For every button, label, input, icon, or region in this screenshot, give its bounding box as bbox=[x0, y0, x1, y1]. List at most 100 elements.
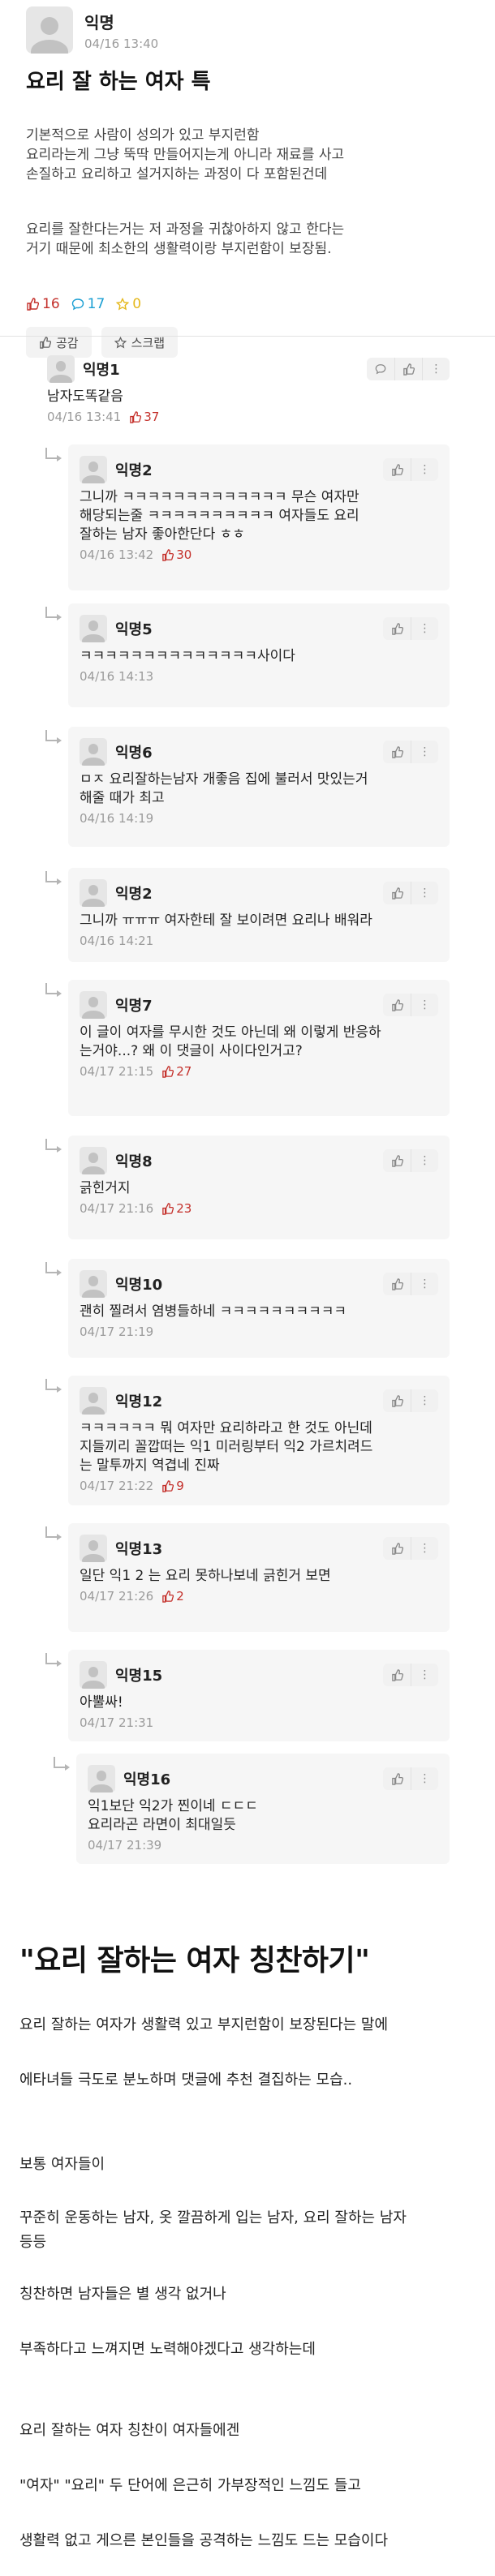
star-icon bbox=[114, 336, 127, 348]
comment-header: 익명15 ⋮ bbox=[80, 1661, 438, 1689]
avatar bbox=[80, 1661, 107, 1689]
comment-like-value: 27 bbox=[176, 1064, 192, 1079]
more-vertical-icon[interactable]: ⋮ bbox=[411, 1149, 438, 1172]
comment-meta: 04/17 21:39 bbox=[88, 1838, 438, 1853]
comment-like-button[interactable] bbox=[383, 741, 411, 763]
more-vertical-icon[interactable]: ⋮ bbox=[411, 994, 438, 1016]
comment-actions: ⋮ bbox=[383, 994, 438, 1016]
comment-meta: 04/16 13:41 37 bbox=[47, 410, 450, 424]
article-line: 부족하다고 느껴지면 노력해야겠다고 생각하는데 bbox=[19, 2341, 316, 2358]
comment-like-button[interactable] bbox=[383, 994, 411, 1016]
more-vertical-icon[interactable]: ⋮ bbox=[411, 1767, 438, 1790]
post-author-row: 익명 04/16 13:40 bbox=[26, 0, 469, 55]
thumbs-up-icon bbox=[130, 410, 142, 423]
avatar bbox=[47, 355, 75, 383]
comment-header: 익명12 ⋮ bbox=[80, 1387, 438, 1415]
thumbs-up-icon bbox=[391, 1668, 403, 1681]
comment-actions: ⋮ bbox=[383, 882, 438, 904]
avatar bbox=[80, 991, 107, 1019]
comment-like-value: 37 bbox=[144, 410, 160, 424]
comment-actions: ⋮ bbox=[367, 358, 450, 380]
comment-author: 익명2 bbox=[80, 879, 153, 907]
thumbs-up-icon bbox=[391, 998, 403, 1011]
thumbs-up-icon bbox=[162, 1479, 174, 1492]
more-vertical-icon[interactable]: ⋮ bbox=[411, 617, 438, 640]
thumbs-up-icon bbox=[391, 622, 403, 635]
reply-comment: 익명6 ⋮ ㅁㅈ 요리잘하는남자 개좋음 집에 불러서 맛있는거 해줄 때가 최고 0… bbox=[45, 727, 450, 847]
more-vertical-icon[interactable]: ⋮ bbox=[411, 1273, 438, 1295]
thumbs-up-icon bbox=[391, 463, 403, 476]
comment-author-name: 익명12 bbox=[115, 1393, 163, 1410]
more-vertical-icon[interactable]: ⋮ bbox=[411, 458, 438, 481]
comment-like-button[interactable] bbox=[394, 358, 422, 380]
post-title: 요리 잘 하는 여자 특 bbox=[26, 70, 211, 94]
thumbs-up-icon bbox=[391, 1277, 403, 1290]
comment-text: 익1보단 익2가 찐이네 ㄷㄷㄷ 요리라곤 라면이 최대일듯 bbox=[88, 1798, 258, 1833]
avatar bbox=[80, 1147, 107, 1174]
page: 익명 04/16 13:40 요리 잘 하는 여자 특 기본적으로 사람이 성의… bbox=[0, 0, 495, 2576]
more-vertical-icon[interactable]: ⋮ bbox=[411, 1537, 438, 1560]
divider bbox=[0, 336, 495, 337]
comment-like-button[interactable] bbox=[383, 1273, 411, 1295]
comment-like-button[interactable] bbox=[383, 1149, 411, 1172]
speech-bubble-icon bbox=[375, 364, 386, 375]
comment-like-button[interactable] bbox=[383, 882, 411, 904]
article-line: 요리 잘하는 여자 칭찬이 여자들에겐 bbox=[19, 2422, 240, 2439]
comment-author-name: 익명16 bbox=[123, 1771, 171, 1788]
article-line: 등등 bbox=[19, 2234, 47, 2251]
comment-time: 04/17 21:16 bbox=[80, 1201, 154, 1216]
comment-like-button[interactable] bbox=[383, 617, 411, 640]
reply-comment: 익명16 ⋮ 익1보단 익2가 찐이네 ㄷㄷㄷ 요리라곤 라면이 최대일듯 04/17… bbox=[54, 1754, 450, 1864]
reply-arrow-icon bbox=[45, 1526, 62, 1540]
comment-like-button[interactable] bbox=[383, 458, 411, 481]
comment-meta: 04/17 21:16 23 bbox=[80, 1201, 438, 1216]
more-vertical-icon[interactable]: ⋮ bbox=[411, 882, 438, 904]
comment-time: 04/17 21:22 bbox=[80, 1479, 154, 1493]
comment-header: 익명13 ⋮ bbox=[80, 1535, 438, 1562]
more-vertical-icon[interactable]: ⋮ bbox=[411, 1389, 438, 1412]
comment-like-button[interactable] bbox=[383, 1537, 411, 1560]
more-vertical-icon[interactable]: ⋮ bbox=[411, 741, 438, 763]
reply-arrow-icon bbox=[45, 1139, 62, 1153]
comment-actions: ⋮ bbox=[383, 1389, 438, 1412]
thumbs-up-icon bbox=[40, 336, 51, 349]
comment-header: 익명5 ⋮ bbox=[80, 615, 438, 642]
comment-author: 익명1 bbox=[47, 355, 120, 383]
comment-like-button[interactable] bbox=[383, 1664, 411, 1686]
reply-arrow-icon bbox=[45, 983, 62, 997]
comment-meta: 04/16 13:42 30 bbox=[80, 547, 438, 562]
comment-like-value: 23 bbox=[176, 1201, 192, 1216]
thumbs-up-icon bbox=[162, 548, 174, 561]
reply-button[interactable] bbox=[367, 358, 394, 380]
avatar bbox=[80, 879, 107, 907]
comment-meta: 04/17 21:26 2 bbox=[80, 1589, 438, 1604]
comment-actions: ⋮ bbox=[383, 741, 438, 763]
comment-time: 04/17 21:26 bbox=[80, 1589, 154, 1604]
speech-bubble-icon bbox=[71, 298, 84, 311]
comment-like-count: 37 bbox=[129, 410, 159, 424]
article: "요리 잘하는 여자 칭찬하기" 요리 잘하는 여자가 생활력 있고 부지런함이… bbox=[19, 1937, 476, 2570]
reply-comment: 익명7 ⋮ 이 글이 여자를 무시한 것도 아닌데 왜 이렇게 반응하 는거야...… bbox=[45, 980, 450, 1116]
post-body: 기본적으로 사람이 성의가 있고 부지런함 요리라는게 그냥 뚝딱 만들어지는게… bbox=[26, 106, 469, 294]
reply-arrow-icon bbox=[45, 1379, 62, 1393]
reply-comment: 익명5 ⋮ ㅋㅋㅋㅋㅋㅋㅋㅋㅋㅋㅋㅋㅋㅋ사이다 04/16 14:13 bbox=[45, 603, 450, 707]
comment-like-button[interactable] bbox=[383, 1389, 411, 1412]
comment: 익명1 ⋮ 남자도똑같음 04/16 13:41 37 bbox=[47, 349, 450, 431]
post-time: 04/16 13:40 bbox=[84, 36, 159, 51]
more-vertical-icon[interactable]: ⋮ bbox=[422, 358, 450, 380]
comment-author-name: 익명10 bbox=[115, 1277, 163, 1294]
thumbs-up-icon bbox=[391, 1154, 403, 1167]
more-vertical-icon[interactable]: ⋮ bbox=[411, 1664, 438, 1686]
comment-count-value: 17 bbox=[87, 296, 105, 312]
comment-like-button[interactable] bbox=[383, 1767, 411, 1790]
comment-text: 이 글이 여자를 무시한 것도 아닌데 왜 이렇게 반응하 는거야...? 왜 … bbox=[80, 1024, 381, 1059]
comment-meta: 04/17 21:22 9 bbox=[80, 1479, 438, 1493]
comment-like-value: 2 bbox=[176, 1589, 184, 1604]
comment-meta: 04/16 14:13 bbox=[80, 669, 438, 684]
article-line: 생활력 없고 게으른 본인들을 공격하는 느낌도 드는 모습이다 bbox=[19, 2532, 389, 2549]
comment-author: 익명2 bbox=[80, 456, 153, 483]
comment-author-name: 익명6 bbox=[115, 745, 153, 762]
comment-like-count: 23 bbox=[161, 1201, 192, 1216]
comment-meta: 04/17 21:19 bbox=[80, 1324, 438, 1339]
comment-author: 익명10 bbox=[80, 1270, 162, 1298]
